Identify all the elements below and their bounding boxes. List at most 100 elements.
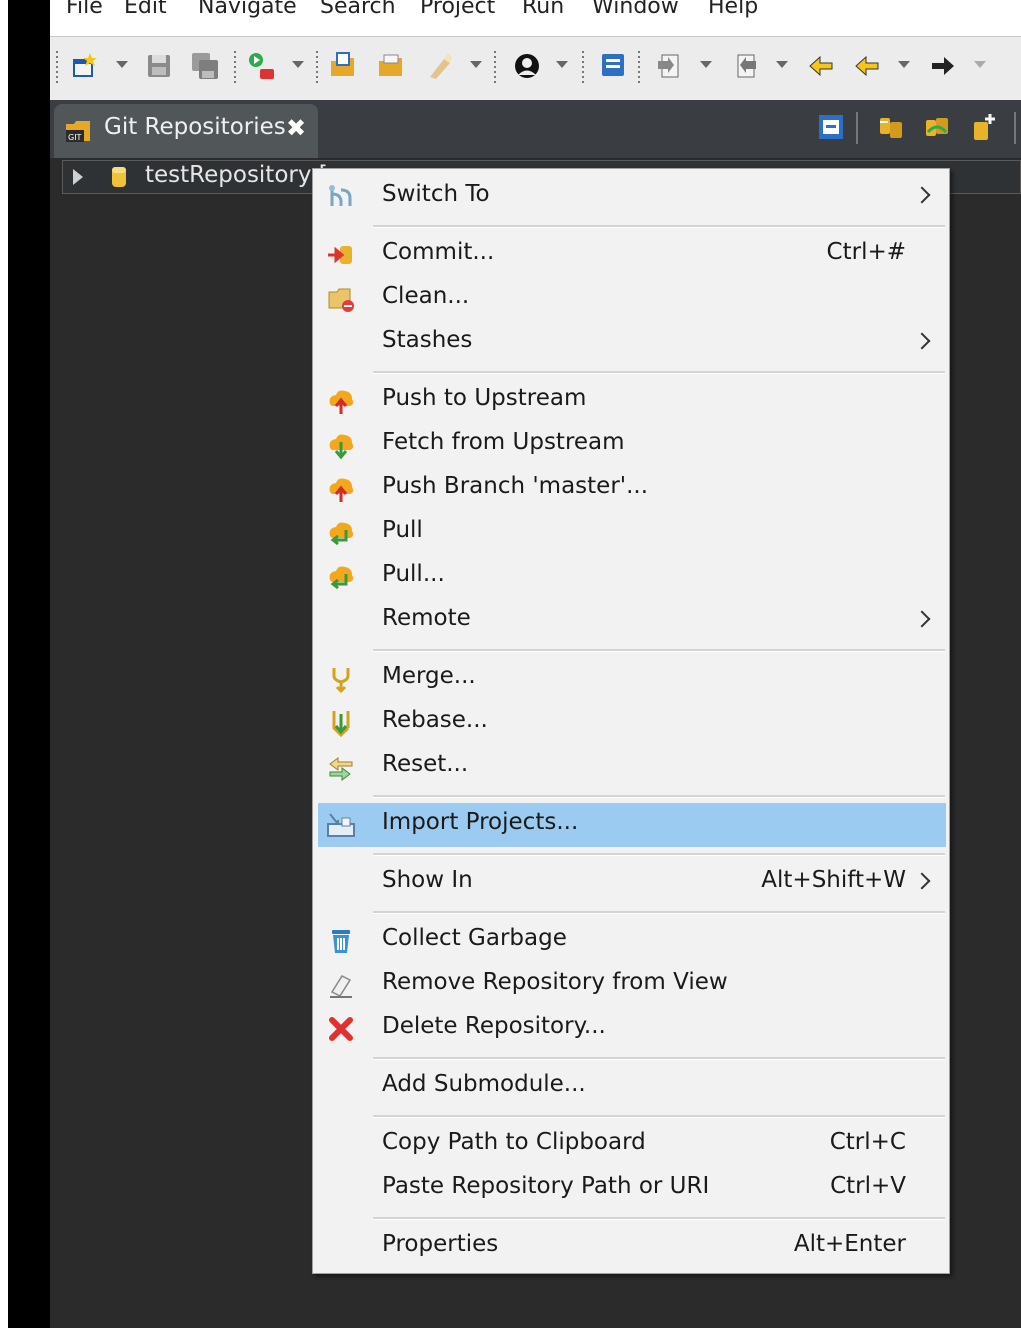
perspective-dropdown-icon[interactable] xyxy=(556,61,568,68)
menu-item-clean[interactable]: Clean... xyxy=(318,277,946,321)
menu-separator xyxy=(373,1057,945,1060)
menu-item-delete-repository[interactable]: Delete Repository... xyxy=(318,1007,946,1051)
menu-item-shortcut: Ctrl+V xyxy=(830,1173,906,1199)
forward-icon[interactable] xyxy=(928,51,958,81)
menu-item-reset[interactable]: Reset... xyxy=(318,745,946,789)
last-edit-icon[interactable] xyxy=(806,51,836,81)
push-icon xyxy=(329,390,354,414)
switch-branch-icon xyxy=(329,185,352,206)
console-icon[interactable] xyxy=(598,51,628,81)
prev-annotation-dropdown-icon[interactable] xyxy=(776,61,788,68)
menu-item-label: Commit... xyxy=(382,239,495,265)
menu-item-properties[interactable]: Properties Alt+Enter xyxy=(318,1225,946,1269)
menu-separator xyxy=(373,853,945,856)
menu-item-commit[interactable]: Commit... Ctrl+# xyxy=(318,233,946,277)
menu-item-merge[interactable]: Merge... xyxy=(318,657,946,701)
search-tool-icon[interactable] xyxy=(424,51,454,81)
fetch-icon xyxy=(329,434,354,460)
menu-help[interactable]: Help xyxy=(708,0,758,19)
menu-edit[interactable]: Edit xyxy=(124,0,167,19)
menu-project[interactable]: Project xyxy=(420,0,495,19)
view-tab-bar: GIT Git Repositories ✖ xyxy=(50,100,1021,158)
next-annotation-dropdown-icon[interactable] xyxy=(700,61,712,68)
search-dropdown-icon[interactable] xyxy=(470,61,482,68)
menu-item-remove-repository[interactable]: Remove Repository from View xyxy=(318,963,946,1007)
perspective-icon[interactable] xyxy=(512,51,542,81)
next-annotation-icon[interactable] xyxy=(654,51,684,81)
git-repositories-icon: GIT xyxy=(66,121,90,142)
menu-item-push-branch[interactable]: Push Branch 'master'... xyxy=(318,467,946,511)
clone-repository-icon[interactable] xyxy=(922,112,952,142)
reset-icon xyxy=(329,757,353,781)
menu-item-push-to-upstream[interactable]: Push to Upstream xyxy=(318,379,946,423)
trash-icon xyxy=(332,930,350,953)
menu-separator xyxy=(373,649,945,652)
toolbar-separator xyxy=(316,51,318,83)
menu-item-show-in[interactable]: Show In Alt+Shift+W xyxy=(318,861,946,905)
toolbar-separator xyxy=(234,51,236,83)
menu-item-fetch-from-upstream[interactable]: Fetch from Upstream xyxy=(318,423,946,467)
menu-separator xyxy=(373,371,945,374)
back-icon[interactable] xyxy=(852,51,882,81)
menu-bar: File Edit Navigate Search Project Run Wi… xyxy=(50,0,1021,36)
menu-item-stashes[interactable]: Stashes xyxy=(318,321,946,365)
menu-item-shortcut: Ctrl+# xyxy=(826,239,906,265)
menu-item-collect-garbage[interactable]: Collect Garbage xyxy=(318,919,946,963)
close-icon[interactable]: ✖ xyxy=(286,114,306,142)
menu-item-shortcut: Ctrl+C xyxy=(829,1129,906,1155)
menu-item-pull-dialog[interactable]: Pull... xyxy=(318,555,946,599)
create-repository-icon[interactable] xyxy=(968,112,998,142)
prev-annotation-icon[interactable] xyxy=(730,51,760,81)
menu-run[interactable]: Run xyxy=(522,0,564,19)
save-all-icon[interactable] xyxy=(190,51,220,81)
menu-item-shortcut: Alt+Shift+W xyxy=(761,867,906,893)
menu-navigate[interactable]: Navigate xyxy=(198,0,297,19)
new-icon[interactable] xyxy=(70,51,100,81)
pull-icon xyxy=(329,522,354,546)
menu-item-label: Import Projects... xyxy=(382,809,579,835)
menu-search[interactable]: Search xyxy=(320,0,396,19)
open-task-icon[interactable] xyxy=(376,51,406,81)
expand-icon[interactable] xyxy=(73,169,83,185)
open-folder-icon[interactable] xyxy=(328,51,358,81)
eclipse-window: File Edit Navigate Search Project Run Wi… xyxy=(50,0,1021,1328)
pull-dialog-icon xyxy=(329,566,354,590)
menu-file[interactable]: File xyxy=(66,0,103,19)
menu-item-pull[interactable]: Pull xyxy=(318,511,946,555)
menu-separator xyxy=(373,1217,945,1220)
debug-dropdown-icon[interactable] xyxy=(292,61,304,68)
new-dropdown-icon[interactable] xyxy=(116,61,128,68)
menu-item-add-submodule[interactable]: Add Submodule... xyxy=(318,1065,946,1109)
debug-icon[interactable] xyxy=(246,51,276,81)
menu-item-label: Delete Repository... xyxy=(382,1013,606,1039)
back-dropdown-icon[interactable] xyxy=(898,61,910,68)
menu-item-label: Properties xyxy=(382,1231,499,1257)
menu-separator xyxy=(373,225,945,228)
menu-item-label: Clean... xyxy=(382,283,470,309)
menu-item-paste-repository-path[interactable]: Paste Repository Path or URI Ctrl+V xyxy=(318,1167,946,1211)
menu-window[interactable]: Window xyxy=(592,0,679,19)
menu-separator xyxy=(373,795,945,798)
clean-icon xyxy=(328,288,354,312)
menu-separator xyxy=(373,911,945,914)
repository-icon xyxy=(112,167,126,187)
menu-item-label: Copy Path to Clipboard xyxy=(382,1129,646,1155)
tab-git-repositories[interactable]: GIT Git Repositories ✖ xyxy=(54,104,318,158)
menu-item-label: Rebase... xyxy=(382,707,488,733)
menu-item-import-projects[interactable]: Import Projects... xyxy=(318,803,946,847)
menu-item-switch-to[interactable]: Switch To xyxy=(318,175,946,219)
menu-item-remote[interactable]: Remote xyxy=(318,599,946,643)
forward-dropdown-icon[interactable] xyxy=(974,61,986,68)
menu-item-label: Push to Upstream xyxy=(382,385,587,411)
save-icon[interactable] xyxy=(144,51,174,81)
menu-item-rebase[interactable]: Rebase... xyxy=(318,701,946,745)
menu-item-label: Pull xyxy=(382,517,423,543)
collapse-all-icon[interactable] xyxy=(816,112,846,142)
submenu-chevron-icon xyxy=(913,186,931,204)
menu-item-label: Add Submodule... xyxy=(382,1071,586,1097)
menu-item-label: Remove Repository from View xyxy=(382,969,728,995)
add-repository-icon[interactable] xyxy=(876,112,906,142)
context-menu: Switch To Commit... Ctrl+# Clean... Stas… xyxy=(312,168,950,1274)
menu-item-shortcut: Alt+Enter xyxy=(793,1231,906,1257)
menu-item-copy-path[interactable]: Copy Path to Clipboard Ctrl+C xyxy=(318,1123,946,1167)
